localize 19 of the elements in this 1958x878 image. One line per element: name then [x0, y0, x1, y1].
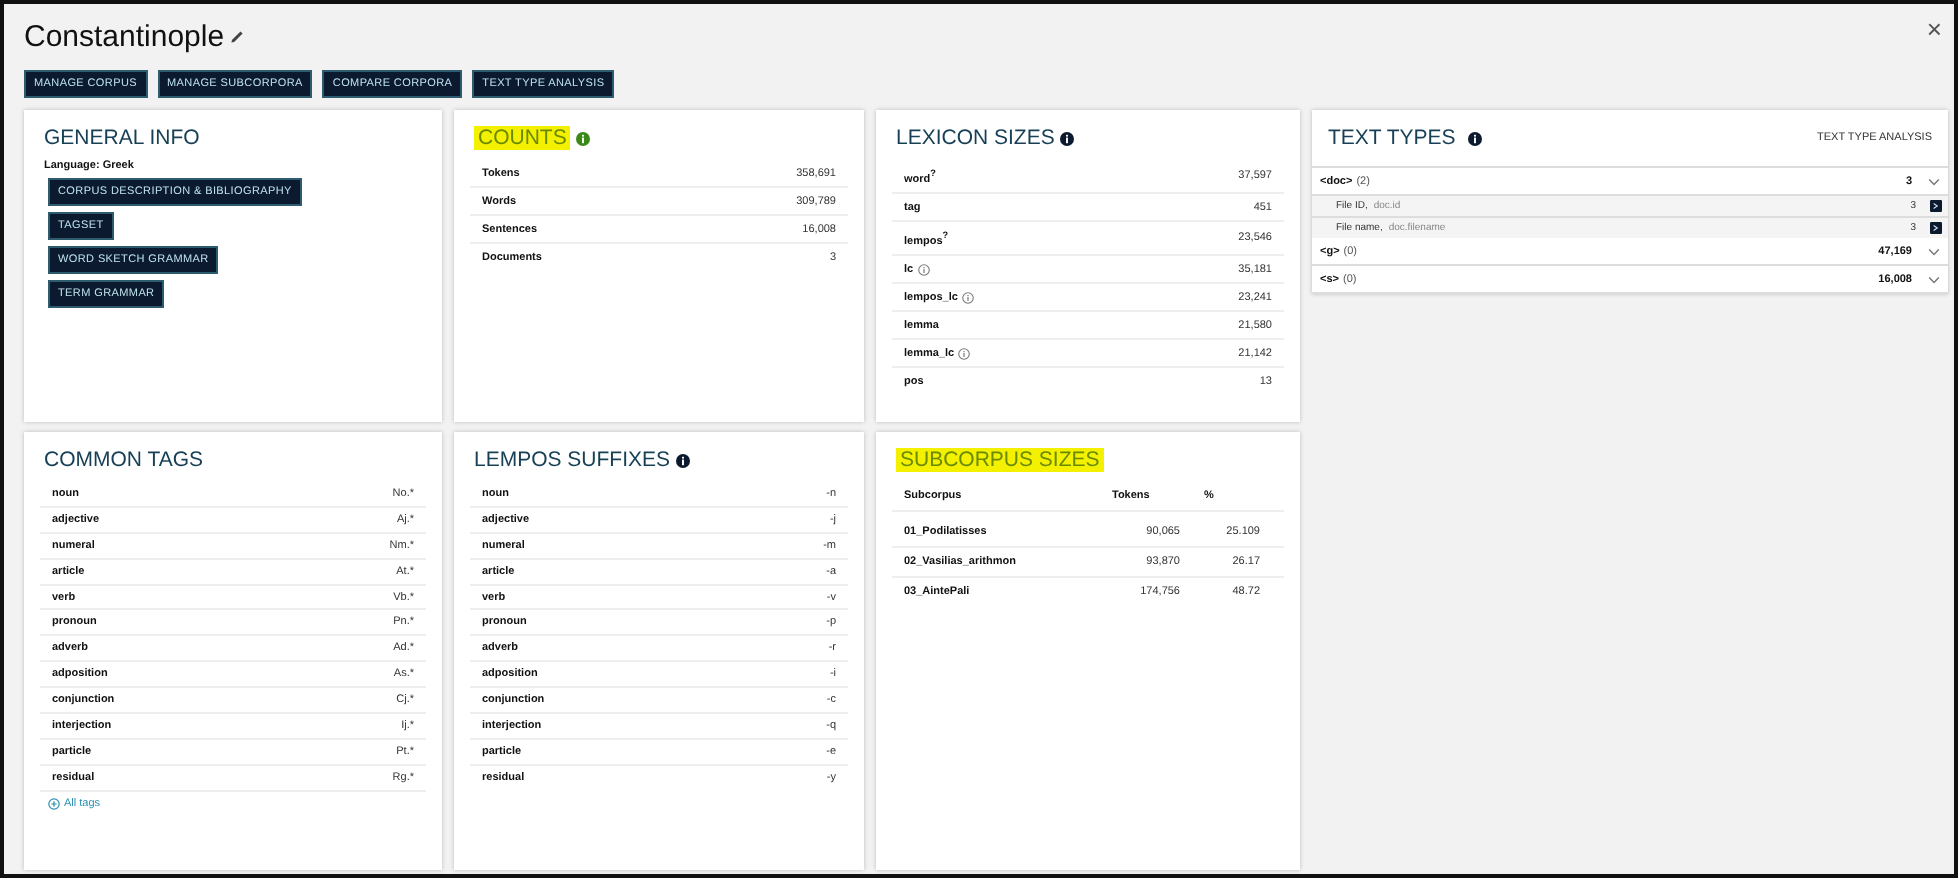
card-title: COMMON TAGS	[44, 448, 204, 472]
chevron-icon[interactable]	[1928, 178, 1940, 186]
card-title: COUNTS	[474, 126, 571, 150]
card-title: LEMPOS SUFFIXES	[474, 448, 671, 472]
info-icon[interactable]	[676, 453, 691, 467]
corpus-title: Constantinople	[24, 20, 225, 54]
info-icon[interactable]	[1060, 131, 1075, 145]
arrow-button-icon[interactable]	[1930, 222, 1942, 234]
info-icon[interactable]	[1467, 131, 1482, 145]
card-title: LEXICON SIZES	[896, 126, 1055, 150]
card-title: TEXT TYPES	[1328, 126, 1456, 150]
card-title: SUBCORPUS SIZES	[896, 448, 1104, 472]
close-button[interactable]: ×	[1926, 14, 1942, 44]
pencil-icon[interactable]	[230, 30, 245, 44]
chevron-icon[interactable]	[1928, 248, 1940, 256]
card-title: GENERAL INFO	[44, 126, 200, 150]
plus-icon[interactable]	[48, 797, 60, 810]
arrow-button-icon[interactable]	[1930, 200, 1942, 212]
chevron-icon[interactable]	[1928, 276, 1940, 284]
